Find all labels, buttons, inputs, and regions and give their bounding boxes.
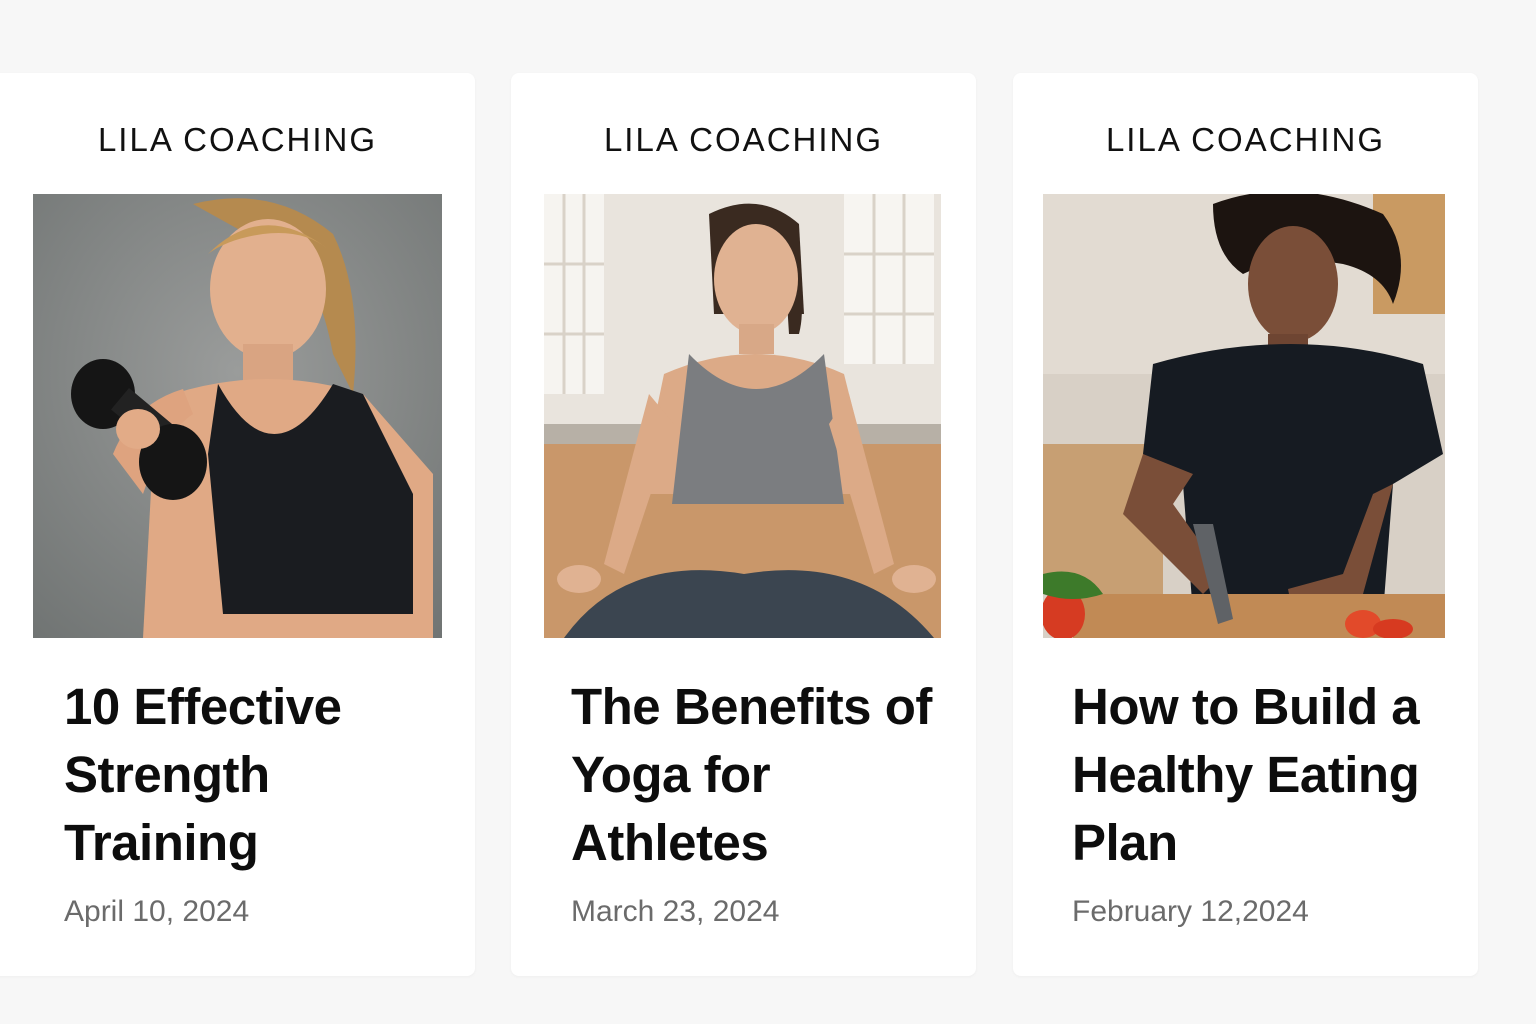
blog-card[interactable]: LILA COACHING bbox=[511, 73, 976, 976]
post-title[interactable]: The Benefits of Yoga for Athletes bbox=[571, 673, 951, 877]
blog-card[interactable]: LILA COACHING bbox=[0, 73, 475, 976]
blog-card-list: LILA COACHING 10 Effective Strength Trai… bbox=[0, 0, 1536, 1024]
post-date: February 12,2024 bbox=[1072, 895, 1309, 928]
post-title[interactable]: 10 Effective Strength Training bbox=[64, 673, 444, 877]
post-image[interactable] bbox=[544, 194, 941, 638]
blog-card[interactable]: LILA COACHING bbox=[1013, 73, 1478, 976]
post-image[interactable] bbox=[1043, 194, 1445, 638]
post-image[interactable] bbox=[33, 194, 442, 638]
brand-label: LILA COACHING bbox=[1105, 121, 1386, 158]
post-date: April 10, 2024 bbox=[64, 895, 250, 928]
brand-label: LILA COACHING bbox=[97, 121, 378, 158]
post-date: March 23, 2024 bbox=[571, 895, 780, 928]
brand-label: LILA COACHING bbox=[603, 121, 884, 158]
post-title[interactable]: How to Build a Healthy Eating Plan bbox=[1072, 673, 1452, 877]
